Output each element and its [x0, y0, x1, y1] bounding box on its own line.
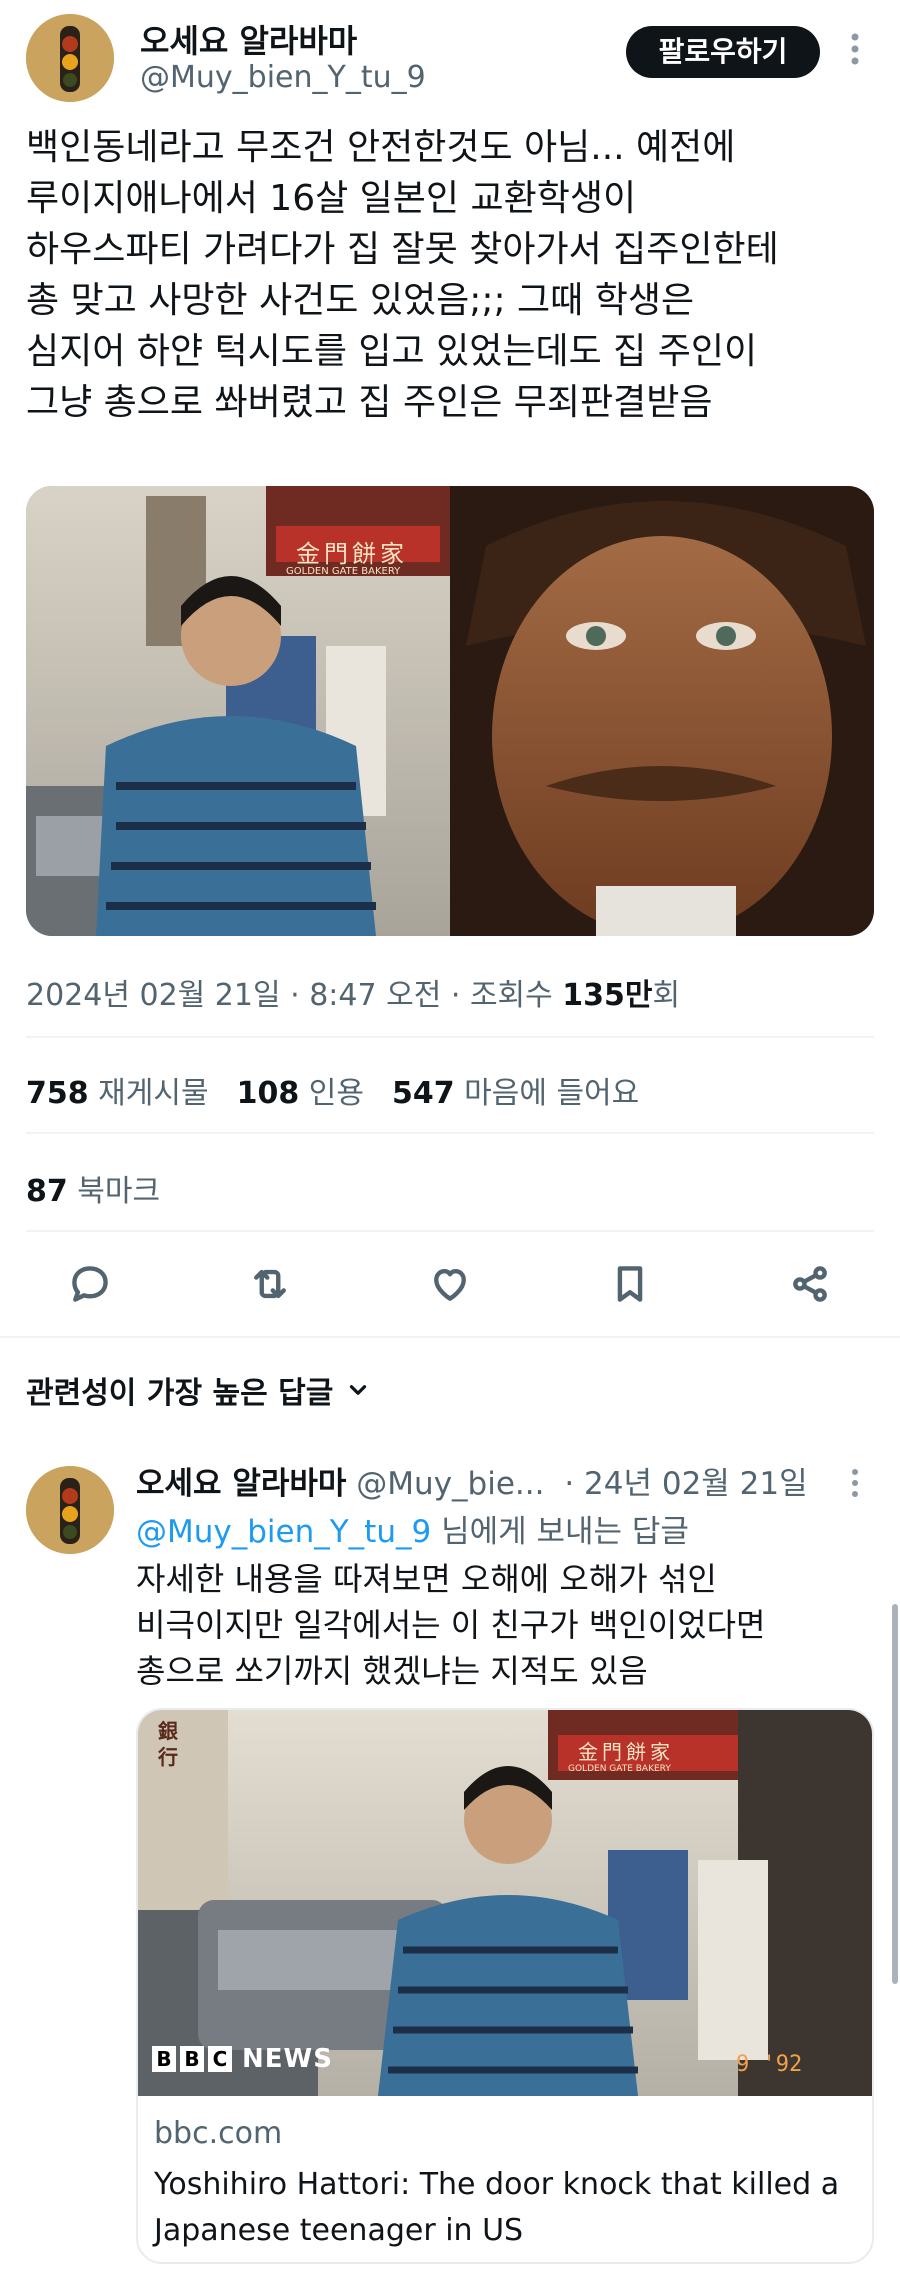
reply-icon[interactable] [60, 1254, 120, 1314]
tweet-meta: 2024년 02월 21일 · 8:47 오전 · 조회수 135만회 [26, 978, 681, 1013]
avatar-image [26, 14, 114, 102]
reply-date[interactable]: · 24년 02월 21일 [564, 1466, 807, 1502]
link-card-domain: bbc.com [154, 2116, 283, 2151]
bakery-sign-sub: GOLDEN GATE BAKERY [286, 566, 401, 577]
divider [26, 1036, 874, 1038]
more-vertical-icon[interactable] [840, 32, 870, 72]
divider [26, 1132, 874, 1134]
bbc-news-word: NEWS [242, 2044, 333, 2074]
reply-author-handle[interactable]: @Muy_bie... [356, 1466, 544, 1502]
stat-label: 인용 [308, 1076, 364, 1111]
stats-row: 758 재게시물 108 인용 547 마음에 들어요 [26, 1068, 639, 1112]
reply-author-name[interactable]: 오세요 알라바마 [136, 1466, 346, 1502]
more-vertical-icon[interactable] [845, 1468, 865, 1504]
card-sign-sub: GOLDEN GATE BAKERY [568, 1764, 671, 1774]
bbc-news-logo: B B C NEWS [152, 2044, 333, 2074]
photo-date-stamp: 9 '92 [736, 2052, 803, 2077]
reply-to-handle[interactable]: @Muy_bien_Y_tu_9 [136, 1514, 431, 1550]
bookmark-count: 87 [26, 1174, 68, 1209]
reply-header: 오세요 알라바마 @Muy_bie... · 24년 02월 21일 [136, 1458, 808, 1503]
tweet-media[interactable]: 金門餅家 GOLDEN GATE BAKERY [26, 486, 874, 936]
reply-to-suffix: 님에게 보내는 답글 [441, 1514, 689, 1550]
views-suffix: 회 [652, 978, 681, 1013]
stat-bookmarks[interactable]: 87 북마크 [26, 1166, 160, 1210]
bookmark-icon[interactable] [600, 1254, 660, 1314]
bakery-sign-text: 金門餅家 [296, 540, 408, 568]
author-handle[interactable]: @Muy_bien_Y_tu_9 [140, 60, 426, 95]
chevron-down-icon [350, 1385, 367, 1395]
replies-sort-label: 관련성이 가장 높은 답글 [26, 1376, 334, 1411]
stat-label: 마음에 들어요 [464, 1076, 640, 1111]
views-label: 조회수 [469, 978, 553, 1013]
stat-reposts[interactable]: 758 재게시물 [26, 1068, 209, 1112]
like-icon[interactable] [420, 1254, 480, 1314]
replies-sort-dropdown[interactable]: 관련성이 가장 높은 답글 [26, 1368, 371, 1412]
views-count: 135만 [562, 978, 653, 1013]
stat-likes[interactable]: 547 마음에 들어요 [392, 1068, 639, 1112]
stat-count: 108 [236, 1076, 300, 1111]
share-icon[interactable] [780, 1254, 840, 1314]
author-name[interactable]: 오세요 알라바마 [140, 16, 357, 62]
author-avatar[interactable] [26, 14, 114, 102]
stat-quotes[interactable]: 108 인용 [237, 1068, 364, 1112]
link-card[interactable]: 金門餅家 GOLDEN GATE BAKERY 銀行 B B C NEWS 9 … [136, 1708, 874, 2264]
tweet-date[interactable]: 2024년 02월 21일 [26, 978, 281, 1013]
tweet-media-image [26, 486, 874, 936]
section-separator [0, 1336, 900, 1338]
tweet-time[interactable]: 8:47 오전 [309, 978, 441, 1013]
replying-to: @Muy_bien_Y_tu_9 님에게 보내는 답글 [136, 1506, 689, 1551]
scrollbar-thumb[interactable] [892, 1604, 898, 1984]
bbc-letter: B [152, 2046, 176, 2072]
follow-button[interactable]: 팔로우하기 [626, 26, 820, 78]
stat-count: 547 [391, 1076, 455, 1111]
reply-author-avatar[interactable] [26, 1466, 114, 1554]
stat-label: 재게시물 [98, 1076, 209, 1111]
card-sign-text: 金門餅家 [578, 1740, 674, 1764]
tweet-text: 백인동네라고 무조건 안전한것도 아님... 예전에 루이지애나에서 16살 일… [26, 127, 779, 423]
stat-count: 758 [26, 1076, 89, 1111]
link-card-title: Yoshihiro Hattori: The door knock that k… [154, 2167, 840, 2248]
bbc-letter: C [208, 2046, 232, 2072]
bookmark-label: 북마크 [77, 1174, 161, 1209]
reply-text: 자세한 내용을 따져보면 오해에 오해가 섞인 비극이지만 일각에서는 이 친구… [136, 1560, 766, 1690]
avatar-image [26, 1466, 114, 1554]
bbc-letter: B [180, 2046, 204, 2072]
retweet-icon[interactable] [240, 1254, 300, 1314]
divider [26, 1230, 874, 1232]
card-side-sign: 銀行 [158, 1719, 178, 1769]
link-card-image: 金門餅家 GOLDEN GATE BAKERY 銀行 B B C NEWS 9 … [138, 1710, 872, 2096]
